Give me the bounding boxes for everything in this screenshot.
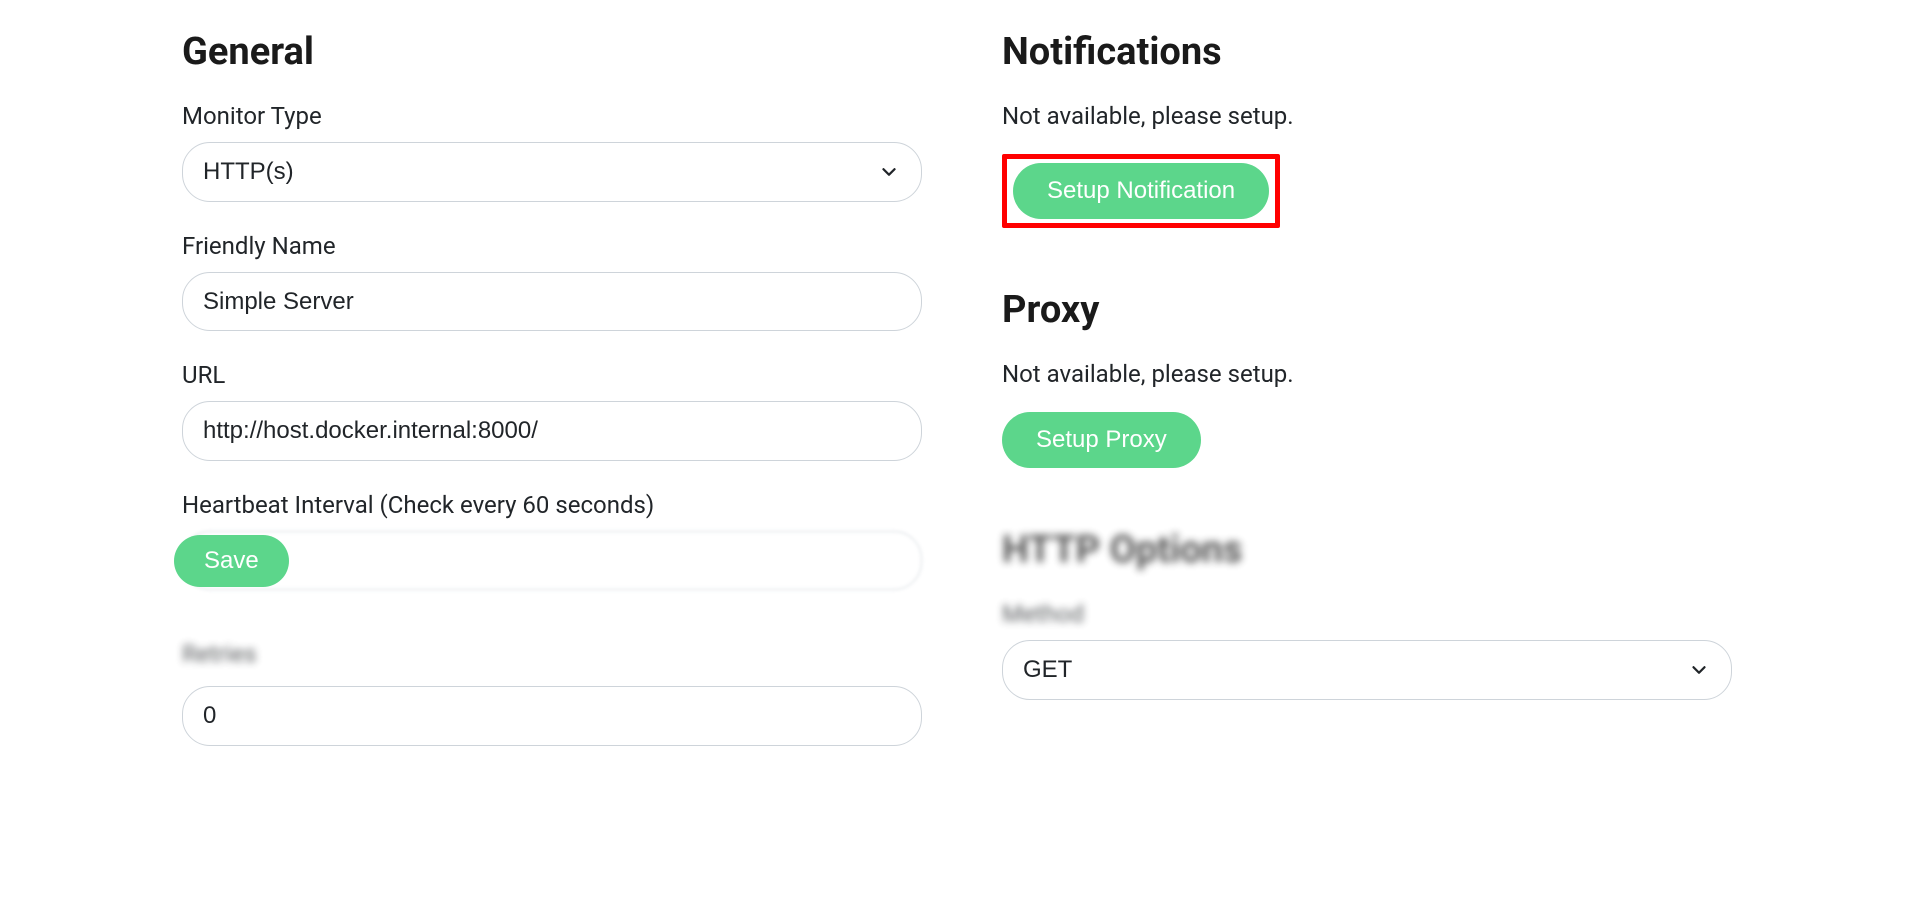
url-label: URL — [182, 361, 922, 389]
proxy-section: Proxy Not available, please setup. Setup… — [1002, 288, 1732, 468]
proxy-title: Proxy — [1002, 288, 1732, 332]
method-select[interactable]: GET — [1002, 640, 1732, 700]
setup-proxy-button[interactable]: Setup Proxy — [1002, 412, 1201, 468]
notifications-title: Notifications — [1002, 30, 1732, 74]
monitor-type-group: Monitor Type HTTP(s) — [182, 102, 922, 202]
retries-label: Retries — [182, 640, 922, 668]
notifications-help: Not available, please setup. — [1002, 102, 1732, 130]
heartbeat-group: Heartbeat Interval (Check every 60 secon… — [182, 491, 922, 591]
method-label: Method — [1002, 600, 1732, 628]
setup-notification-highlight: Setup Notification — [1002, 154, 1280, 228]
monitor-type-label: Monitor Type — [182, 102, 922, 130]
friendly-name-group: Friendly Name — [182, 232, 922, 332]
heartbeat-label: Heartbeat Interval (Check every 60 secon… — [182, 491, 922, 519]
http-options-title: HTTP Options — [1002, 528, 1732, 572]
setup-notification-button[interactable]: Setup Notification — [1013, 163, 1269, 219]
heartbeat-input[interactable] — [182, 531, 922, 591]
retries-input[interactable] — [182, 686, 922, 746]
friendly-name-input[interactable] — [182, 272, 922, 332]
url-input[interactable] — [182, 401, 922, 461]
proxy-help: Not available, please setup. — [1002, 360, 1732, 388]
http-options-section: HTTP Options Method GET — [1002, 528, 1732, 700]
friendly-name-label: Friendly Name — [182, 232, 922, 260]
url-group: URL — [182, 361, 922, 461]
save-button[interactable]: Save — [174, 535, 289, 587]
notifications-section: Notifications Not available, please setu… — [1002, 30, 1732, 228]
general-title: General — [182, 30, 922, 74]
monitor-type-select[interactable]: HTTP(s) — [182, 142, 922, 202]
